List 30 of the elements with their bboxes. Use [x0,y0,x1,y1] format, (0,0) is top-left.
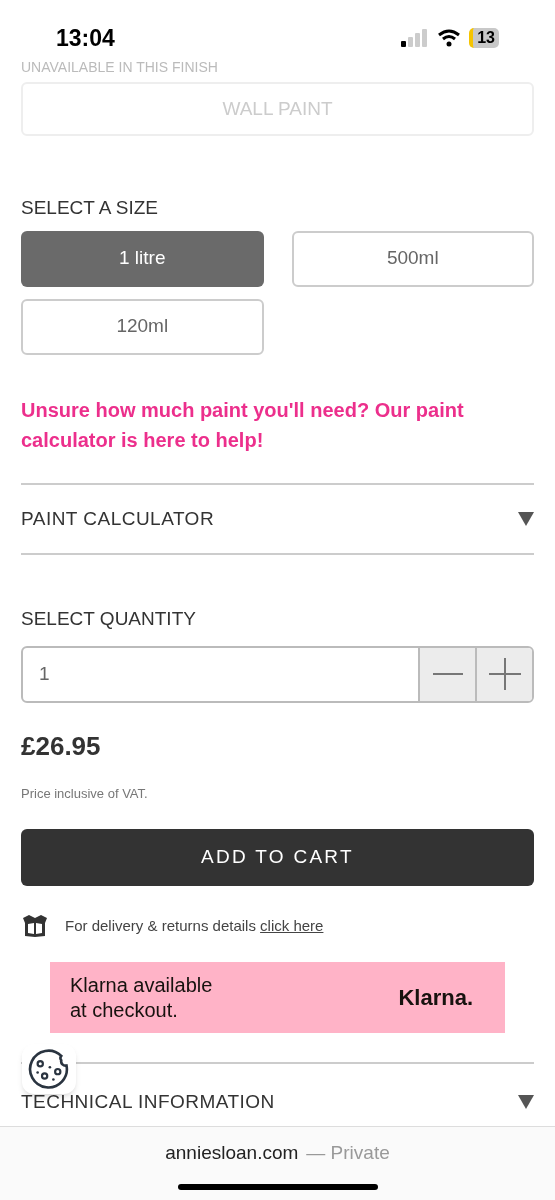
clock: 13:04 [56,23,115,53]
browser-domain[interactable]: anniesloan.com [165,1139,299,1168]
price: £26.95 [21,729,102,763]
size-option[interactable]: 1 litre [21,230,264,287]
browsing-mode: — Private [306,1141,390,1165]
size-option[interactable]: 500ml [291,230,534,287]
battery-indicator: 13 [469,28,499,48]
box-icon [21,914,49,938]
cookie-icon [28,1048,70,1090]
klarna-text: Klarna available at checkout. [70,972,214,1023]
wifi-icon [437,29,462,47]
caret-icon [518,511,534,526]
size-option[interactable]: 120ml [21,298,264,355]
plus-icon[interactable] [475,647,532,701]
accordion-header[interactable]: PAINT CALCULATOR [21,484,534,553]
delivery-link[interactable]: click here [260,916,324,934]
quantity-stepper[interactable]: 1 [21,645,534,703]
signal-icon [401,29,430,47]
add-to-cart-button[interactable]: ADD TO CART [21,829,534,886]
size-label: SELECT A SIZE [21,196,159,220]
delivery-text: For delivery & returns details click here [65,915,324,936]
finish-note: UNAVAILABLE IN THIS FINISH [21,60,219,74]
cookie-button[interactable] [22,1044,76,1094]
calculator-prompt: Unsure how much paint you'll need? Our paint calculator is here to help! [21,397,465,453]
price-note: Price inclusive of VAT. [21,784,149,803]
caret-icon [518,1095,534,1110]
accordion-header[interactable]: TECHNICAL INFORMATION [21,1064,534,1121]
klarna-logo: Klarna. [398,984,474,1012]
quantity-field[interactable]: 1 [23,647,418,701]
quantity-label: SELECT QUANTITY [21,607,197,631]
